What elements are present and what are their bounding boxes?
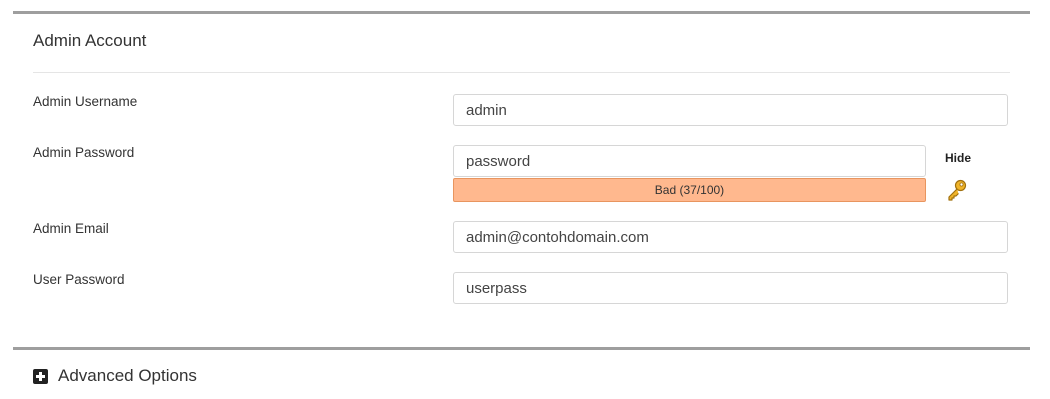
section-divider [33,72,1010,73]
key-icon-graphic [948,179,967,201]
advanced-panel-border [13,347,1030,350]
admin-email-input[interactable] [453,221,1008,253]
section-title: Admin Account [33,31,147,50]
password-strength-meter: Bad (37/100) [453,178,926,202]
panel-top-border [13,11,1030,14]
admin-email-label: Admin Email [33,221,109,236]
admin-username-label: Admin Username [33,94,138,109]
advanced-options-toggle[interactable]: Advanced Options [33,366,197,386]
password-strength-text: Bad (37/100) [654,183,725,197]
plus-square-icon [33,368,48,384]
admin-password-label: Admin Password [33,145,135,160]
admin-username-input[interactable] [453,94,1008,126]
hide-password-link[interactable]: Hide [945,151,971,165]
admin-password-input[interactable] [453,145,926,177]
user-password-input[interactable] [453,272,1008,304]
advanced-options-label: Advanced Options [58,366,197,385]
user-password-label: User Password [33,272,125,287]
key-icon[interactable] [945,178,969,202]
